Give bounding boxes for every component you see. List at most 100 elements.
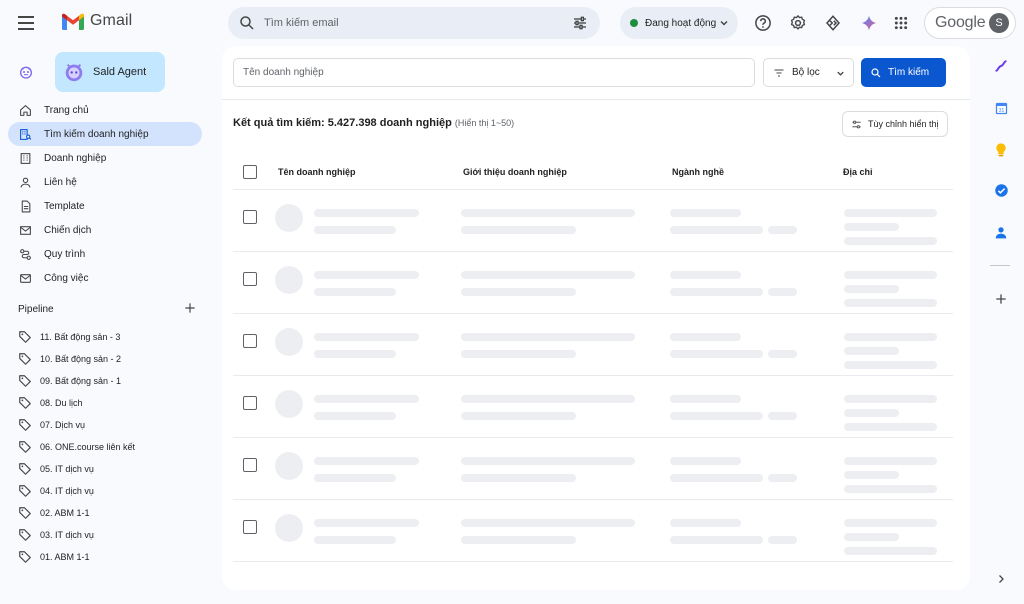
skeleton-line — [314, 395, 419, 403]
email-search-bar[interactable] — [228, 7, 600, 39]
skeleton-line — [461, 395, 635, 403]
sidebar-item-workflow[interactable]: Quy trình — [8, 242, 202, 266]
email-search-input[interactable] — [264, 13, 554, 33]
row-checkbox[interactable] — [243, 334, 257, 348]
sidebar-item-template[interactable]: Template — [8, 194, 202, 218]
sidebar-item-contacts[interactable]: Liên hệ — [8, 170, 202, 194]
pipeline-item[interactable]: 10. Bất động sản - 2 — [8, 348, 202, 370]
pipeline-item[interactable]: 05. IT dịch vụ — [8, 458, 202, 480]
sidebar-item-businesses[interactable]: Doanh nghiệp — [8, 146, 202, 170]
skeleton-line — [670, 209, 741, 217]
table-row[interactable] — [233, 252, 953, 314]
sidebar-item-label: Template — [44, 200, 85, 212]
search-button[interactable]: Tìm kiếm — [861, 58, 946, 87]
business-name-input[interactable] — [233, 58, 755, 87]
table-row[interactable] — [233, 376, 953, 438]
sidebar-item-business-search[interactable]: Tìm kiếm doanh nghiệp — [8, 122, 202, 146]
sald-agent-button[interactable]: Sald Agent — [55, 52, 165, 92]
skeleton-line — [461, 412, 576, 420]
main-menu-icon[interactable] — [16, 13, 36, 33]
agent-hub-icon[interactable] — [822, 12, 844, 34]
tag-icon — [19, 375, 31, 387]
skeleton-line — [768, 412, 797, 420]
settings-gear-icon[interactable] — [787, 12, 809, 34]
calendar-icon[interactable]: 31 — [991, 98, 1011, 118]
column-header[interactable]: Giới thiệu doanh nghiệp — [463, 167, 567, 177]
pipeline-item[interactable]: 01. ABM 1-1 — [8, 546, 202, 568]
expand-panel-chevron-icon[interactable] — [991, 569, 1011, 589]
pipeline-item[interactable]: 03. IT dịch vụ — [8, 524, 202, 546]
tasks-check-icon[interactable] — [991, 180, 1011, 200]
pipeline-item-label: 11. Bất động sản - 3 — [40, 332, 121, 342]
row-checkbox[interactable] — [243, 272, 257, 286]
avatar[interactable]: S — [989, 13, 1009, 33]
google-wordmark: Google — [935, 14, 986, 31]
pipeline-item[interactable]: 06. ONE.course liên kết — [8, 436, 202, 458]
row-checkbox[interactable] — [243, 396, 257, 410]
status-label: Đang hoạt động — [645, 17, 717, 29]
pipeline-item-label: 06. ONE.course liên kết — [40, 442, 136, 452]
skeleton-line — [670, 395, 741, 403]
pipeline-item[interactable]: 09. Bất động sản - 1 — [8, 370, 202, 392]
table-row[interactable] — [233, 438, 953, 500]
row-checkbox[interactable] — [243, 520, 257, 534]
add-addon-icon[interactable] — [991, 289, 1011, 309]
pipeline-item[interactable]: 08. Du lịch — [8, 392, 202, 414]
search-icon[interactable] — [238, 14, 256, 32]
add-pipeline-icon[interactable] — [183, 301, 197, 315]
task-icon — [18, 271, 32, 285]
table-row[interactable] — [233, 190, 953, 252]
contacts-person-icon[interactable] — [991, 222, 1011, 242]
skeleton-avatar — [275, 390, 303, 418]
pipeline-item-label: 09. Bất động sản - 1 — [40, 376, 122, 386]
skeleton-line — [670, 271, 741, 279]
customize-display-button[interactable]: Tùy chỉnh hiển thị — [842, 111, 948, 137]
sidebar-item-label: Quy trình — [44, 248, 86, 260]
search-options-icon[interactable] — [572, 15, 588, 31]
status-selector[interactable]: Đang hoạt động — [620, 7, 738, 39]
pipeline-item-label: 04. IT dịch vụ — [40, 486, 94, 496]
sald-extension-icon[interactable] — [991, 56, 1011, 76]
skeleton-line — [461, 519, 635, 527]
side-panel: 31 — [978, 46, 1024, 604]
column-header[interactable]: Tên doanh nghiệp — [278, 167, 356, 177]
skeleton-line — [461, 288, 576, 296]
sidebar-item-tasks[interactable]: Công việc — [8, 266, 202, 290]
skeleton-line — [670, 457, 741, 465]
tag-icon — [19, 463, 31, 475]
gmail-logo[interactable]: Gmail — [62, 12, 132, 30]
table-row[interactable] — [233, 500, 953, 562]
gemini-sparkle-icon[interactable] — [858, 12, 880, 34]
main-panel: Bộ lọc Tìm kiếm Kết quả tìm kiếm: 5.427.… — [222, 46, 970, 590]
skeleton-line — [670, 519, 741, 527]
help-icon[interactable] — [752, 12, 774, 34]
agent-robot-icon[interactable] — [18, 64, 34, 80]
skeleton-line — [844, 547, 937, 555]
keep-bulb-icon[interactable] — [991, 140, 1011, 160]
chevron-down-icon — [720, 20, 728, 26]
skeleton-line — [844, 423, 937, 431]
google-account-button[interactable]: Google S — [924, 7, 1016, 39]
column-header[interactable]: Ngành nghề — [672, 167, 724, 177]
skeleton-line — [461, 457, 635, 465]
sidebar-item-home[interactable]: Trang chủ — [8, 98, 202, 122]
document-icon — [18, 199, 32, 213]
row-checkbox[interactable] — [243, 210, 257, 224]
pipeline-item[interactable]: 02. ABM 1-1 — [8, 502, 202, 524]
pipeline-item[interactable]: 04. IT dịch vụ — [8, 480, 202, 502]
row-checkbox[interactable] — [243, 458, 257, 472]
tag-icon — [19, 353, 31, 365]
result-title: Kết quả tìm kiếm: 5.427.398 doanh nghiệp… — [233, 117, 514, 129]
apps-grid-icon[interactable] — [890, 12, 912, 34]
skeleton-line — [768, 226, 797, 234]
pipeline-item[interactable]: 11. Bất động sản - 3 — [8, 326, 202, 348]
select-all-checkbox[interactable] — [243, 165, 257, 179]
table-row[interactable] — [233, 314, 953, 376]
filter-button[interactable]: Bộ lọc — [763, 58, 854, 87]
skeleton-line — [314, 457, 419, 465]
skeleton-line — [670, 412, 763, 420]
column-header[interactable]: Địa chỉ — [843, 167, 873, 177]
tag-icon — [19, 397, 31, 409]
sidebar-item-campaigns[interactable]: Chiến dịch — [8, 218, 202, 242]
pipeline-item[interactable]: 07. Dịch vụ — [8, 414, 202, 436]
